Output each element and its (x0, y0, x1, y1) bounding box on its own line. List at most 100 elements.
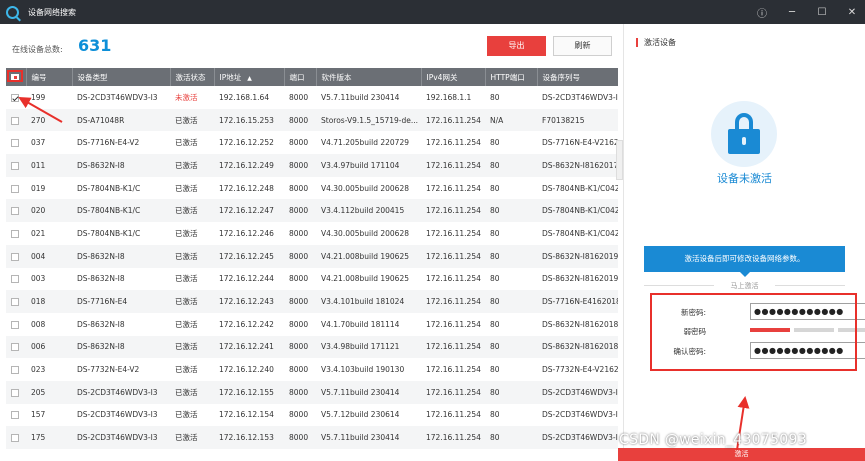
close-icon[interactable]: ✕ (845, 7, 859, 18)
cell-http-port: 80 (490, 183, 500, 193)
cell-ip: 172.16.12.252 (219, 138, 274, 148)
cell-ip: 172.16.12.155 (219, 387, 274, 397)
table-row[interactable]: 021 DS-7804NB-K1/C 已激活 172.16.12.246 8000 V4.… (6, 222, 618, 245)
column-header-port[interactable]: 端口 (284, 68, 317, 86)
table-row[interactable]: 003 DS-8632N-I8 已激活 172.16.12.244 8000 V4.21.… (6, 268, 618, 291)
row-checkbox-cell[interactable] (6, 86, 26, 109)
row-checkbox[interactable] (11, 343, 19, 352)
table-row[interactable]: 018 DS-7716N-E4 已激活 172.16.12.243 8000 V3.4.1… (6, 290, 618, 313)
maximize-icon[interactable]: ☐ (815, 7, 829, 18)
cell-id: 020 (31, 206, 46, 216)
row-checkbox[interactable] (11, 388, 19, 397)
table-row[interactable]: 157 DS-2CD3T46WDV3-I3 已激活 172.16.12.154 8000… (6, 404, 618, 427)
column-header-http-port[interactable]: HTTP端口 (485, 68, 538, 86)
row-checkbox[interactable] (11, 252, 19, 261)
row-checkbox[interactable] (11, 207, 19, 216)
row-checkbox-cell[interactable] (6, 336, 26, 359)
toolbar: 在线设备总数: 631 导出 刷新 (0, 24, 623, 68)
cell-device-type: DS-7804NB-K1/C (77, 206, 141, 216)
cell-software: V3.4.101build 181024 (321, 297, 405, 307)
cell-gateway: 172.16.11.254 (426, 433, 481, 443)
row-checkbox-cell[interactable] (6, 426, 26, 449)
row-checkbox[interactable] (11, 411, 19, 420)
row-checkbox-cell[interactable] (6, 222, 26, 245)
row-checkbox-cell[interactable] (6, 154, 26, 177)
export-button[interactable]: 导出 (487, 36, 546, 56)
row-checkbox-cell[interactable] (6, 268, 26, 291)
minimize-icon[interactable]: ─ (785, 7, 799, 18)
cell-port: 8000 (289, 92, 309, 102)
row-checkbox-cell[interactable] (6, 313, 26, 336)
cell-id: 270 (31, 115, 46, 125)
row-checkbox[interactable] (11, 229, 19, 238)
row-checkbox-cell[interactable] (6, 290, 26, 313)
cell-http-port: 80 (490, 342, 500, 352)
row-checkbox[interactable] (11, 275, 19, 284)
row-checkbox[interactable] (11, 93, 19, 102)
cell-id: 011 (31, 160, 46, 170)
table-row[interactable]: 011 DS-8632N-I8 已激活 172.16.12.249 8000 V3.4.9… (6, 154, 618, 177)
refresh-button[interactable]: 刷新 (553, 36, 612, 56)
cell-id: 199 (31, 92, 46, 102)
row-checkbox[interactable] (11, 184, 19, 193)
table-row[interactable]: 023 DS-7732N-E4-V2 已激活 172.16.12.240 8000 V3.… (6, 358, 618, 381)
row-checkbox[interactable] (11, 161, 19, 170)
row-checkbox-cell[interactable] (6, 245, 26, 268)
cell-serial: DS-7804NB-K1/C042 (542, 206, 618, 216)
table-row[interactable]: 008 DS-8632N-I8 已激活 172.16.12.242 8000 V4.1.7… (6, 313, 618, 336)
row-checkbox[interactable] (11, 320, 19, 329)
table-row[interactable]: 019 DS-7804NB-K1/C 已激活 172.16.12.248 8000 V4.… (6, 177, 618, 200)
cell-device-type: DS-8632N-I8 (77, 319, 125, 329)
column-header-gateway[interactable]: IPv4网关 (421, 68, 486, 86)
column-header-id[interactable]: 编号 (26, 68, 73, 86)
column-header-software[interactable]: 软件版本 (316, 68, 422, 86)
table-row[interactable]: 270 DS-A71048R 已激活 172.16.15.253 8000 Storos-… (6, 108, 618, 132)
cell-software: V4.1.70build 181114 (321, 319, 400, 329)
cell-gateway: 172.16.11.254 (426, 387, 481, 397)
cell-software: V4.71.205build 220729 (321, 138, 409, 148)
table-header: 编号 设备类型 激活状态 IP地址 ▲ 端口 软件版本 IPv4网关 HTTP端口… (6, 68, 618, 86)
online-count-label: 在线设备总数: (12, 45, 63, 54)
cell-port: 8000 (289, 251, 309, 261)
table-row[interactable]: 004 DS-8632N-I8 已激活 172.16.12.245 8000 V4.21.… (6, 244, 618, 268)
row-checkbox-cell[interactable] (6, 199, 26, 222)
table-row[interactable]: 037 DS-7716N-E4-V2 已激活 172.16.12.252 8000 V4.… (6, 131, 618, 154)
table-row[interactable]: 020 DS-7804NB-K1/C 已激活 172.16.12.247 8000 V3.… (6, 199, 618, 223)
row-checkbox[interactable] (11, 116, 19, 125)
row-checkbox-cell[interactable] (6, 404, 26, 427)
cell-id: 175 (31, 433, 46, 443)
row-checkbox-cell[interactable] (6, 358, 26, 381)
info-icon[interactable]: ⓘ (755, 5, 769, 20)
row-checkbox-cell[interactable] (6, 381, 26, 404)
row-checkbox-cell[interactable] (6, 109, 26, 132)
table-row[interactable]: 199 DS-2CD3T46WDV3-I3 未激活 192.168.1.64 8000 V… (6, 86, 618, 109)
cell-id: 205 (31, 387, 46, 397)
row-checkbox-cell[interactable] (6, 131, 26, 154)
table-row[interactable]: 175 DS-2CD3T46WDV3-I3 已激活 172.16.12.153 8000… (6, 426, 618, 449)
cell-software: V4.21.008build 190625 (321, 251, 409, 261)
cell-status: 已激活 (175, 160, 198, 170)
row-checkbox[interactable] (11, 434, 19, 443)
column-header-status[interactable]: 激活状态 (170, 68, 215, 86)
cell-id: 019 (31, 183, 46, 193)
panel-title: 激活设备 (636, 38, 676, 47)
cell-gateway: 172.16.11.254 (426, 183, 481, 193)
window-controls: ⓘ ─ ☐ ✕ (755, 0, 859, 24)
table-row[interactable]: 006 DS-8632N-I8 已激活 172.16.12.241 8000 V3.4.9… (6, 335, 618, 359)
cell-http-port: 80 (490, 319, 500, 329)
cell-software: V3.4.103build 190130 (321, 365, 405, 375)
row-checkbox[interactable] (11, 366, 19, 375)
column-header-serial[interactable]: 设备序列号 (537, 68, 618, 86)
column-header-ip[interactable]: IP地址 ▲ (214, 68, 285, 86)
lock-icon (711, 101, 777, 167)
row-checkbox-cell[interactable] (6, 177, 26, 200)
row-checkbox[interactable] (11, 298, 19, 307)
row-checkbox[interactable] (11, 139, 19, 148)
activate-button[interactable]: 激活 (618, 448, 865, 461)
column-header-device-type[interactable]: 设备类型 (72, 68, 171, 86)
table-row[interactable]: 205 DS-2CD3T46WDV3-I3 已激活 172.16.12.155 8000… (6, 380, 618, 404)
cell-serial: DS-8632N-I8162019 (542, 251, 618, 261)
cell-gateway: 172.16.11.254 (426, 160, 481, 170)
cell-status: 已激活 (175, 342, 198, 352)
panel-collapse-handle[interactable] (616, 140, 623, 180)
